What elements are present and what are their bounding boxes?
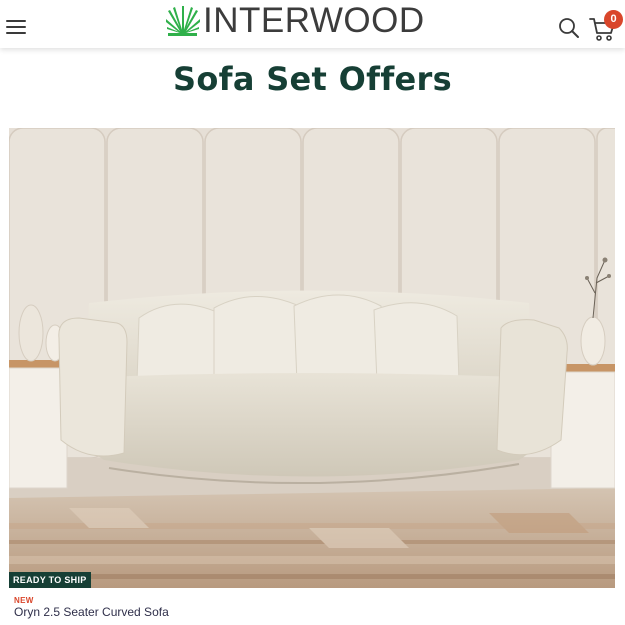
new-label: NEW bbox=[14, 596, 34, 605]
ready-to-ship-badge: READY TO SHIP bbox=[9, 572, 91, 588]
product-card[interactable]: READY TO SHIP NEW Oryn 2.5 Seater Curved… bbox=[9, 128, 615, 625]
product-image[interactable] bbox=[9, 128, 615, 588]
site-header: INTERWOOD 0 bbox=[0, 0, 625, 48]
product-name[interactable]: Oryn 2.5 Seater Curved Sofa bbox=[14, 605, 169, 619]
brand-name: INTERWOOD bbox=[203, 1, 425, 40]
brand-logo[interactable]: INTERWOOD bbox=[166, 1, 424, 40]
cart-count-badge[interactable]: 0 bbox=[604, 10, 623, 29]
search-icon[interactable] bbox=[557, 16, 581, 40]
palm-leaf-logo-icon bbox=[166, 6, 200, 36]
hamburger-menu-icon[interactable] bbox=[6, 20, 26, 38]
page-title: Sofa Set Offers bbox=[173, 60, 452, 98]
